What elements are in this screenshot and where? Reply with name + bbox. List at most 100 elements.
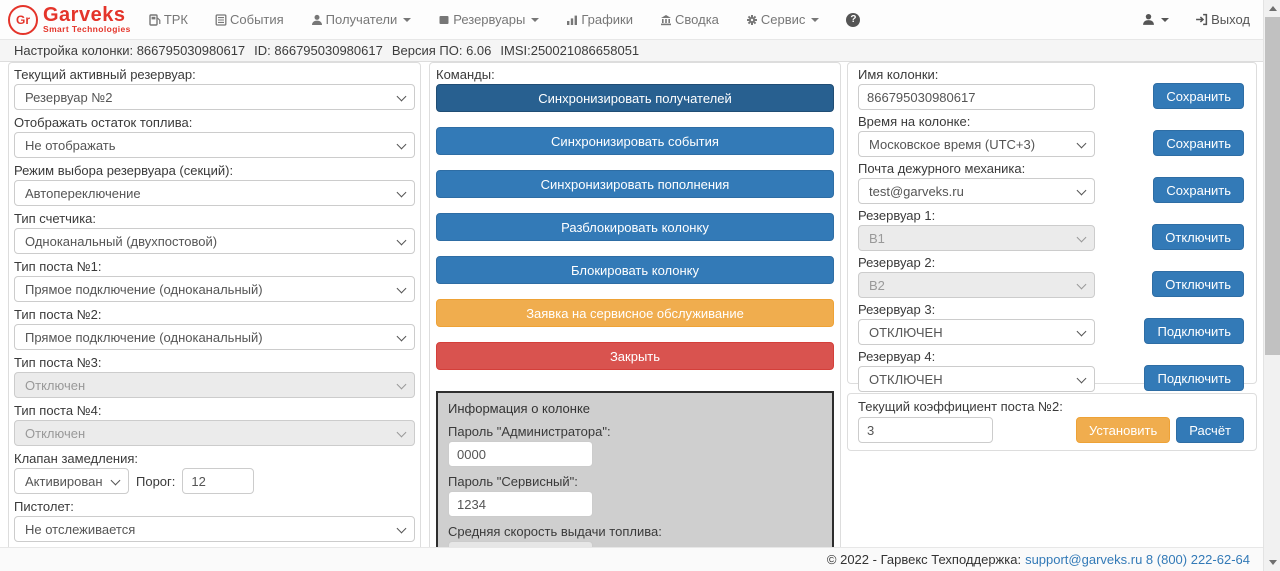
field-label: Резервуар 4: bbox=[858, 349, 1244, 364]
fuel-remainder-select[interactable]: Не отображать bbox=[14, 132, 415, 158]
field-label: Отображать остаток топлива: bbox=[14, 115, 415, 130]
tank-mode-select[interactable]: Автопереключение bbox=[14, 180, 415, 206]
copyright-text: © 2022 - Гарвекс Техподдержка: bbox=[827, 552, 1021, 567]
scroll-down-arrow[interactable] bbox=[1264, 554, 1280, 571]
select-value: test@garveks.ru bbox=[869, 184, 964, 199]
tank-icon bbox=[438, 14, 450, 26]
sync-events-button[interactable]: Синхронизировать события bbox=[436, 127, 834, 155]
post1-type-select[interactable]: Прямое подключение (одноканальный) bbox=[14, 276, 415, 302]
chevron-down-icon bbox=[397, 188, 407, 198]
tank3-select[interactable]: ОТКЛЮЧЕН bbox=[858, 319, 1095, 345]
chevron-down-icon bbox=[403, 18, 411, 22]
admin-password-input[interactable] bbox=[448, 441, 593, 467]
field-label: Текущий активный резервуар: bbox=[14, 67, 415, 82]
pump-name-input[interactable] bbox=[858, 84, 1095, 110]
chevron-down-icon bbox=[1077, 139, 1087, 149]
nav-item-label: Графики bbox=[581, 12, 633, 27]
coefficient-label: Текущий коэффициент поста №2: bbox=[858, 399, 1244, 414]
counter-type-select[interactable]: Одноканальный (двухпостовой) bbox=[14, 228, 415, 254]
select-value: Прямое подключение (одноканальный) bbox=[25, 282, 263, 297]
tank1-disconnect-button[interactable]: Отключить bbox=[1152, 224, 1244, 250]
nav-item-label: Сервис bbox=[761, 12, 806, 27]
nav-item-tanks[interactable]: Резервуары bbox=[438, 12, 539, 27]
chevron-down-icon bbox=[1077, 186, 1087, 196]
sync-refills-button[interactable]: Синхронизировать пополнения bbox=[436, 170, 834, 198]
field-label: Тип поста №2: bbox=[14, 307, 415, 322]
save-name-button[interactable]: Сохранить bbox=[1153, 83, 1244, 109]
field-label: Клапан замедления: bbox=[14, 451, 415, 466]
tank1-select[interactable]: В1 bbox=[858, 225, 1095, 251]
chevron-down-icon bbox=[1077, 233, 1087, 243]
scroll-up-arrow[interactable] bbox=[1264, 0, 1280, 17]
tank2-select[interactable]: В2 bbox=[858, 272, 1095, 298]
support-link[interactable]: support@garveks.ru 8 (800) 222-62-64 bbox=[1025, 552, 1250, 567]
save-email-button[interactable]: Сохранить bbox=[1153, 177, 1244, 203]
select-value: ОТКЛЮЧЕН bbox=[869, 325, 943, 340]
logo-badge-icon: Gr bbox=[8, 5, 38, 35]
pump-timezone-select[interactable]: Московское время (UTC+3) bbox=[858, 131, 1095, 157]
nav-item-recipients[interactable]: Получатели bbox=[311, 12, 412, 27]
unlock-pump-button[interactable]: Разблокировать колонку bbox=[436, 213, 834, 241]
service-request-button[interactable]: Заявка на сервисное обслуживание bbox=[436, 299, 834, 327]
vertical-scrollbar[interactable] bbox=[1263, 0, 1280, 571]
nav-item-summary[interactable]: Сводка bbox=[660, 12, 719, 27]
save-time-button[interactable]: Сохранить bbox=[1153, 130, 1244, 156]
lock-pump-button[interactable]: Блокировать колонку bbox=[436, 256, 834, 284]
scrollbar-thumb[interactable] bbox=[1265, 17, 1280, 355]
valve-select[interactable]: Активирован bbox=[14, 468, 129, 494]
threshold-input[interactable] bbox=[182, 468, 254, 494]
set-coefficient-button[interactable]: Установить bbox=[1076, 417, 1170, 443]
close-button[interactable]: Закрыть bbox=[436, 342, 834, 370]
select-value: Не отображать bbox=[25, 138, 116, 153]
chevron-down-icon bbox=[397, 284, 407, 294]
select-value: Резервуар №2 bbox=[25, 90, 113, 105]
post2-type-select[interactable]: Прямое подключение (одноканальный) bbox=[14, 324, 415, 350]
select-value: Активирован bbox=[25, 474, 103, 489]
tank4-select[interactable]: ОТКЛЮЧЕН bbox=[858, 366, 1095, 392]
nav-item-label: ТРК bbox=[164, 12, 188, 27]
logo-title: Garveks bbox=[43, 6, 131, 24]
events-list-icon bbox=[215, 14, 227, 26]
summary-building-icon bbox=[660, 14, 672, 26]
chevron-down-icon bbox=[1161, 18, 1169, 22]
nav-item-help[interactable]: ? bbox=[846, 13, 860, 27]
chevron-down-icon bbox=[1077, 280, 1087, 290]
field-label: Имя колонки: bbox=[858, 67, 1244, 82]
nozzle-select[interactable]: Не отслеживается bbox=[14, 516, 415, 542]
select-value: Отключен bbox=[25, 378, 85, 393]
post3-type-select[interactable]: Отключен bbox=[14, 372, 415, 398]
field-label: Режим выбора резервуара (секций): bbox=[14, 163, 415, 178]
user-menu[interactable] bbox=[1142, 13, 1169, 26]
mechanic-email-select[interactable]: test@garveks.ru bbox=[858, 178, 1095, 204]
select-value: В2 bbox=[869, 278, 885, 293]
nav-item-service[interactable]: Сервис bbox=[746, 12, 820, 27]
chevron-down-icon bbox=[397, 524, 407, 534]
logout-button[interactable]: Выход bbox=[1195, 12, 1250, 27]
service-password-input[interactable] bbox=[448, 491, 593, 517]
nav-item-label: Резервуары bbox=[453, 12, 525, 27]
chevron-down-icon bbox=[397, 428, 407, 438]
coefficient-panel: Текущий коэффициент поста №2: Установить… bbox=[847, 393, 1257, 451]
imsi: IMSI:250021086658051 bbox=[500, 43, 639, 58]
tank4-connect-button[interactable]: Подключить bbox=[1144, 365, 1244, 391]
select-value: Автопереключение bbox=[25, 186, 141, 201]
nav-item-label: Получатели bbox=[326, 12, 398, 27]
calc-coefficient-button[interactable]: Расчёт bbox=[1176, 417, 1244, 443]
tank2-disconnect-button[interactable]: Отключить bbox=[1152, 271, 1244, 297]
chevron-down-icon bbox=[397, 380, 407, 390]
field-label: Тип поста №4: bbox=[14, 403, 415, 418]
sync-recipients-button[interactable]: Синхронизировать получателей bbox=[436, 84, 834, 112]
pump-settings-title: Настройка колонки: 866795030980617 bbox=[14, 43, 245, 58]
field-label: Пароль "Администратора": bbox=[448, 424, 822, 439]
pump-settings-panel: Имя колонки: Сохранить Время на колонке:… bbox=[847, 62, 1257, 384]
coefficient-input[interactable] bbox=[858, 417, 993, 443]
nav-item-charts[interactable]: Графики bbox=[566, 12, 633, 27]
post4-type-select[interactable]: Отключен bbox=[14, 420, 415, 446]
tank3-connect-button[interactable]: Подключить bbox=[1144, 318, 1244, 344]
nav-item-trk[interactable]: ТРК bbox=[149, 12, 188, 27]
current-tank-select[interactable]: Резервуар №2 bbox=[14, 84, 415, 110]
field-label: Тип счетчика: bbox=[14, 211, 415, 226]
main-content: Текущий активный резервуар: Резервуар №2… bbox=[0, 62, 1263, 547]
nav-item-events[interactable]: События bbox=[215, 12, 284, 27]
pump-info-panel: Информация о колонке Пароль "Администрат… bbox=[436, 391, 834, 547]
